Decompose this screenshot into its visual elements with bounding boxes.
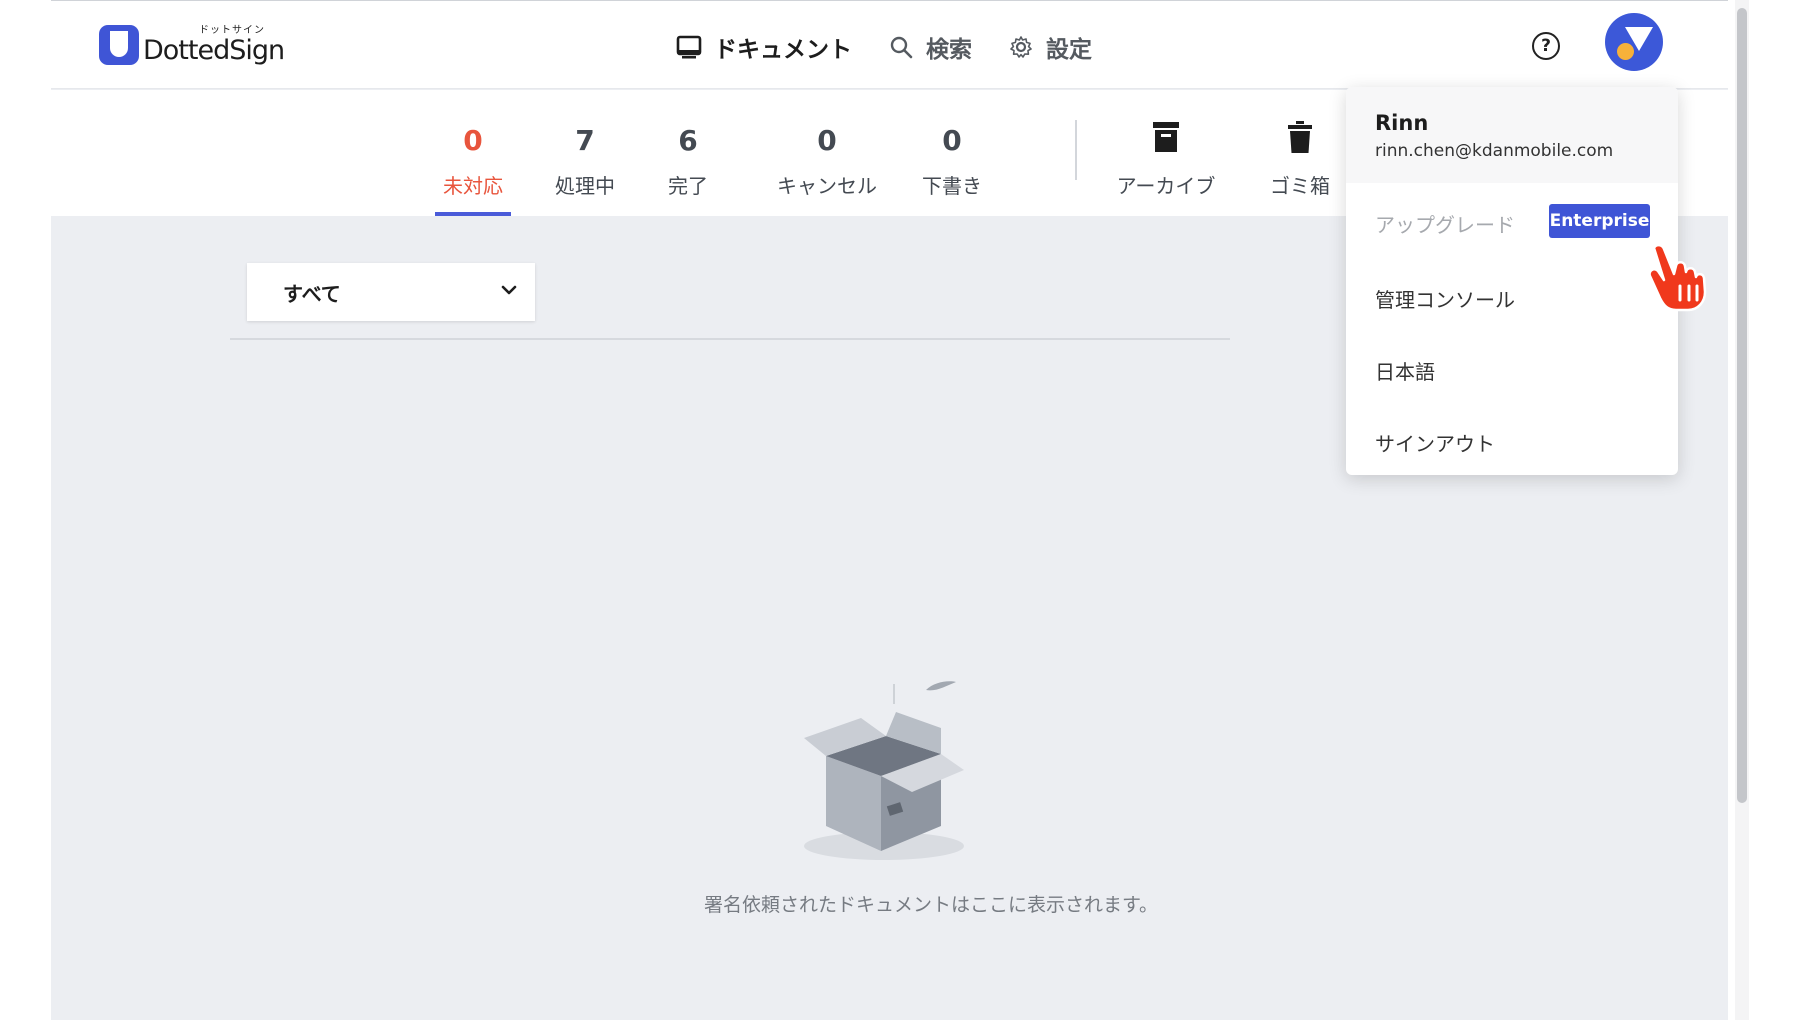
tab-divider — [1075, 120, 1077, 180]
dottedsign-logo[interactable]: ドットサイン DottedSign — [99, 23, 285, 69]
app-window: ドットサイン DottedSign ドキュメント 検索 設定 ? 0 未対応 7… — [51, 0, 1728, 1020]
tab-in-progress[interactable]: 7 処理中 — [550, 90, 620, 216]
tab-in-progress-label: 処理中 — [555, 174, 615, 198]
logo-kana: ドットサイン — [199, 25, 265, 36]
tab-drafts-count: 0 — [942, 124, 962, 157]
top-header: ドットサイン DottedSign ドキュメント 検索 設定 ? — [51, 1, 1728, 89]
tab-cancelled[interactable]: 0 キャンセル — [772, 90, 882, 216]
tab-trash[interactable]: ゴミ箱 — [1265, 90, 1335, 216]
menu-language[interactable]: 日本語 — [1375, 356, 1435, 385]
search-icon — [888, 34, 914, 60]
status-filter-select[interactable]: すべて — [247, 263, 535, 321]
tab-in-progress-count: 7 — [575, 124, 595, 157]
plan-badge: Enterprise — [1549, 204, 1650, 238]
gear-icon — [1008, 34, 1034, 60]
hand-pointer-icon — [1640, 240, 1708, 312]
user-menu-header: Rinn rinn.chen@kdanmobile.com — [1346, 87, 1678, 183]
tab-pending-count: 0 — [463, 124, 483, 157]
menu-upgrade[interactable]: アップグレード — [1375, 209, 1515, 238]
nav-settings[interactable]: 設定 — [1008, 30, 1092, 64]
inbox-icon — [676, 34, 702, 60]
nav-documents[interactable]: ドキュメント — [676, 30, 852, 64]
tab-cancelled-count: 0 — [817, 124, 837, 157]
tab-trash-label: ゴミ箱 — [1270, 174, 1330, 198]
archive-icon — [1151, 120, 1181, 154]
nav-documents-label: ドキュメント — [714, 37, 852, 63]
active-tab-underline — [435, 212, 511, 216]
menu-admin-console[interactable]: 管理コンソール — [1375, 284, 1515, 313]
empty-state-message: 署名依頼されたドキュメントはここに表示されます。 — [703, 894, 1159, 916]
nav-settings-label: 設定 — [1046, 37, 1092, 63]
logo-mark-icon — [99, 25, 139, 65]
tab-archive-label: アーカイブ — [1116, 174, 1216, 198]
list-divider — [230, 338, 1230, 340]
tab-drafts[interactable]: 0 下書き — [912, 90, 992, 216]
tab-pending[interactable]: 0 未対応 — [435, 90, 511, 216]
nav-search[interactable]: 検索 — [888, 30, 972, 64]
help-icon[interactable]: ? — [1532, 32, 1560, 60]
tab-cancelled-label: キャンセル — [777, 174, 877, 198]
menu-sign-out[interactable]: サインアウト — [1375, 428, 1495, 457]
logo-name: DottedSign — [143, 35, 285, 66]
tab-completed[interactable]: 6 完了 — [663, 90, 713, 216]
scrollbar-thumb[interactable] — [1737, 8, 1747, 803]
tab-completed-label: 完了 — [668, 174, 708, 198]
status-filter-value: すべて — [283, 281, 341, 306]
trash-icon — [1285, 120, 1315, 154]
tab-drafts-label: 下書き — [922, 174, 982, 198]
nav-search-label: 検索 — [926, 37, 972, 63]
tab-pending-label: 未対応 — [443, 174, 503, 198]
user-menu: Rinn rinn.chen@kdanmobile.com アップグレード En… — [1346, 87, 1678, 475]
tab-archive[interactable]: アーカイブ — [1111, 90, 1221, 216]
main-nav: ドキュメント 検索 設定 — [676, 27, 1128, 67]
empty-box-illustration — [776, 676, 986, 866]
chevron-down-icon — [501, 281, 517, 300]
tab-completed-count: 6 — [678, 124, 698, 157]
user-name: Rinn — [1375, 111, 1429, 135]
avatar[interactable] — [1605, 13, 1663, 71]
user-email: rinn.chen@kdanmobile.com — [1375, 141, 1614, 161]
avatar-triangle — [1625, 27, 1653, 51]
